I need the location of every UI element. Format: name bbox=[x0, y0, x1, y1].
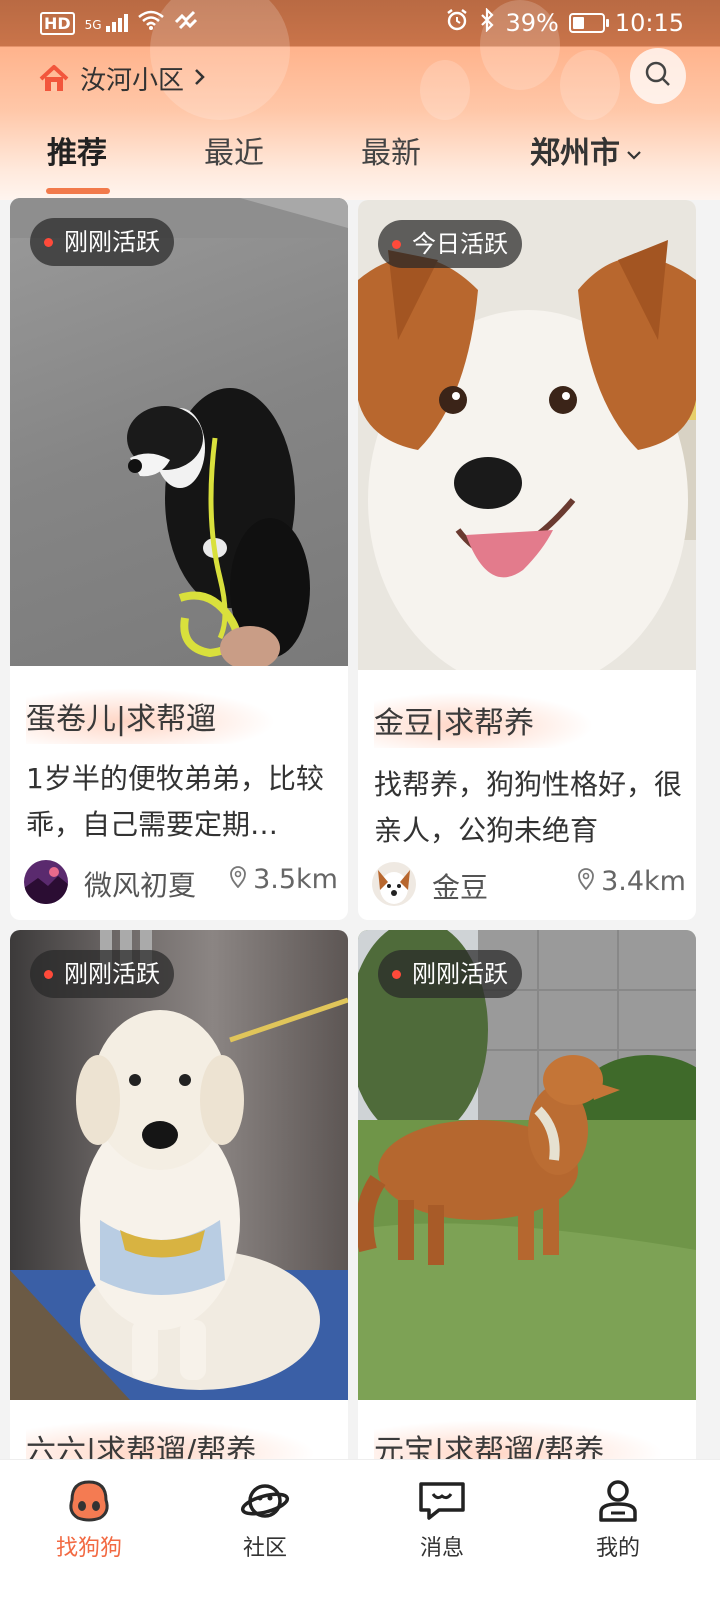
network-type-label: 5G bbox=[84, 18, 102, 32]
tab-recent[interactable]: 最近 bbox=[204, 128, 264, 172]
card-footer: 微风初夏 3.5km bbox=[24, 860, 338, 908]
signal-icon: 5G bbox=[85, 14, 128, 32]
avatar[interactable] bbox=[372, 862, 416, 906]
wifi-icon bbox=[137, 10, 164, 36]
data-saver-icon bbox=[174, 10, 198, 36]
border-collie-photo: 刚刚活跃 bbox=[10, 198, 348, 666]
card-footer: 金豆 3.4km bbox=[372, 862, 686, 910]
city-label: 郑州市 bbox=[530, 136, 620, 171]
hd-indicator: HD bbox=[40, 11, 75, 35]
nav-profile[interactable]: 我的 bbox=[558, 1478, 678, 1562]
home-icon bbox=[38, 64, 70, 94]
tab-recommend[interactable]: 推荐 bbox=[47, 128, 107, 172]
nav-label: 社区 bbox=[242, 1536, 287, 1561]
dog-card[interactable]: 刚刚活跃 元宝|求帮遛/帮养 bbox=[358, 930, 696, 1470]
active-tab-indicator bbox=[46, 188, 110, 194]
card-title: 金豆|求帮养 bbox=[374, 692, 595, 748]
activity-badge: 刚刚活跃 bbox=[378, 950, 522, 998]
nav-find-dog[interactable]: 找狗狗 bbox=[29, 1478, 149, 1562]
location-name: 汝河小区 bbox=[80, 66, 185, 96]
username: 微风初夏 bbox=[84, 869, 197, 902]
card-title: 蛋卷儿|求帮遛 bbox=[26, 688, 277, 744]
tab-newest[interactable]: 最新 bbox=[361, 128, 421, 172]
message-icon bbox=[417, 1478, 467, 1524]
chevron-down-icon bbox=[626, 133, 642, 168]
battery-percent: 39% bbox=[505, 9, 559, 37]
bluetooth-icon bbox=[479, 7, 495, 38]
nav-label: 我的 bbox=[595, 1536, 640, 1561]
header: HD 5G 39% 10:15 汝河小区 推荐 最近 最新 郑州市 bbox=[0, 0, 720, 200]
battery-icon bbox=[568, 13, 609, 33]
corgi-mix-photo: 今日活跃 bbox=[358, 200, 696, 670]
chevron-right-icon bbox=[194, 64, 206, 94]
distance: 3.4km bbox=[577, 866, 686, 897]
planet-icon bbox=[240, 1478, 290, 1524]
bottom-nav: 找狗狗 社区 消息 我的 bbox=[0, 1460, 720, 1600]
distance: 3.5km bbox=[229, 864, 338, 895]
activity-badge: 今日活跃 bbox=[378, 220, 522, 268]
username: 金豆 bbox=[432, 871, 489, 904]
location-pin-icon bbox=[577, 866, 595, 897]
tab-bar: 推荐 最近 最新 郑州市 bbox=[0, 120, 720, 192]
dog-nose-icon bbox=[64, 1478, 114, 1524]
dog-card[interactable]: 刚刚活跃 蛋卷儿|求帮遛 1岁半的便牧弟弟，比较乖，自己需要定期… 微风初夏 3… bbox=[10, 198, 348, 920]
avatar[interactable] bbox=[24, 860, 68, 904]
distance-value: 3.4km bbox=[601, 866, 686, 897]
card-description: 找帮养，狗狗性格好，很亲人，公狗未绝育 bbox=[374, 768, 683, 847]
activity-badge: 刚刚活跃 bbox=[30, 950, 174, 998]
nav-label: 找狗狗 bbox=[55, 1536, 122, 1561]
decor-blob bbox=[560, 50, 620, 120]
tab-city[interactable]: 郑州市 bbox=[530, 128, 642, 172]
profile-icon bbox=[593, 1478, 643, 1524]
nav-community[interactable]: 社区 bbox=[205, 1478, 325, 1562]
location-pin-icon bbox=[229, 864, 247, 895]
dog-card[interactable]: 刚刚活跃 六六|求帮遛/帮养 bbox=[10, 930, 348, 1470]
search-button[interactable] bbox=[630, 48, 686, 104]
nav-label: 消息 bbox=[419, 1536, 464, 1561]
search-icon bbox=[644, 60, 672, 92]
decor-blob bbox=[420, 60, 470, 120]
clock: 10:15 bbox=[614, 9, 684, 37]
golden-retriever-lawn-photo: 刚刚活跃 bbox=[358, 930, 696, 1400]
dog-card[interactable]: 今日活跃 金豆|求帮养 找帮养，狗狗性格好，很亲人，公狗未绝育 金豆 3.4km bbox=[358, 200, 696, 920]
location-selector[interactable]: 汝河小区 bbox=[38, 60, 206, 97]
status-bar: HD 5G 39% 10:15 bbox=[0, 0, 720, 46]
nav-messages[interactable]: 消息 bbox=[382, 1478, 502, 1562]
card-description: 1岁半的便牧弟弟，比较乖，自己需要定期… bbox=[26, 762, 324, 841]
activity-badge: 刚刚活跃 bbox=[30, 218, 174, 266]
alarm-icon bbox=[445, 8, 469, 38]
golden-retriever-elevator-photo: 刚刚活跃 bbox=[10, 930, 348, 1400]
distance-value: 3.5km bbox=[253, 864, 338, 895]
